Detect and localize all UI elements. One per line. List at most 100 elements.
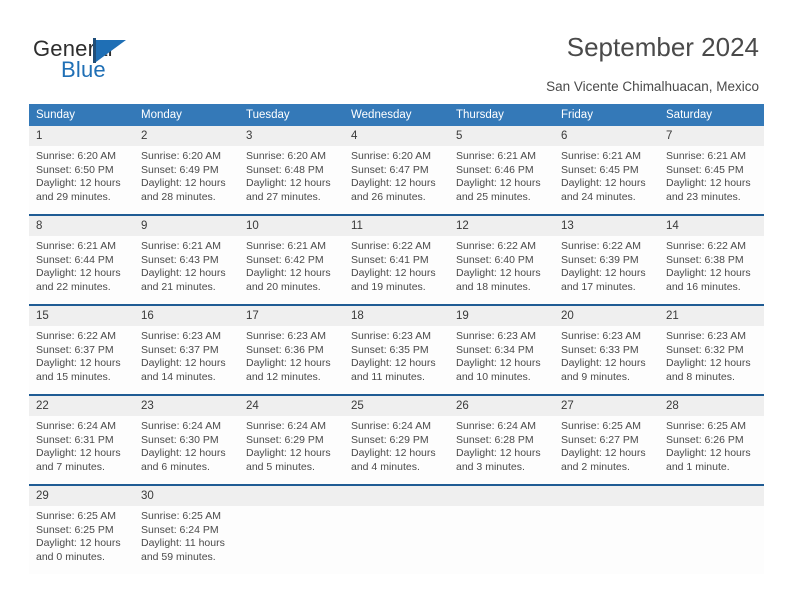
sunrise-text: Sunrise: 6:23 AM	[141, 330, 221, 342]
day-details: Sunrise: 6:20 AM Sunset: 6:48 PM Daylight:…	[239, 146, 344, 204]
daylight-text-line1: Daylight: 12 hours	[561, 177, 646, 190]
daylight-text-line2: and 59 minutes.	[141, 550, 216, 563]
daylight-text-line1: Daylight: 12 hours	[666, 177, 751, 190]
sunset-text: Sunset: 6:27 PM	[561, 433, 639, 446]
calendar-day-cell[interactable]: 4 Sunrise: 6:20 AM Sunset: 6:47 PM Daylight…	[344, 126, 449, 215]
calendar-empty-cell	[344, 484, 449, 574]
sunset-text: Sunset: 6:46 PM	[456, 163, 534, 176]
daylight-text-line2: and 21 minutes.	[141, 280, 216, 293]
daylight-text-line1: Daylight: 12 hours	[141, 267, 226, 280]
calendar-day-cell[interactable]: 3 Sunrise: 6:20 AM Sunset: 6:48 PM Daylight…	[239, 126, 344, 215]
sunrise-text: Sunrise: 6:22 AM	[351, 240, 431, 252]
calendar-day-cell[interactable]: 12 Sunrise: 6:22 AM Sunset: 6:40 PM Dayligh…	[449, 214, 554, 305]
calendar-day-cell[interactable]: 19 Sunrise: 6:23 AM Sunset: 6:34 PM Dayligh…	[449, 304, 554, 395]
daylight-text-line1: Daylight: 12 hours	[36, 357, 121, 370]
calendar-day-cell[interactable]: 1 Sunrise: 6:20 AM Sunset: 6:50 PM Daylight…	[29, 126, 134, 215]
day-details: Sunrise: 6:23 AM Sunset: 6:34 PM Daylight:…	[449, 326, 554, 384]
day-details: Sunrise: 6:20 AM Sunset: 6:49 PM Daylight:…	[134, 146, 239, 204]
sunset-text: Sunset: 6:24 PM	[141, 523, 219, 536]
calendar-day-cell[interactable]: 8 Sunrise: 6:21 AM Sunset: 6:44 PM Daylight…	[29, 214, 134, 305]
daylight-text-line1: Daylight: 12 hours	[666, 447, 751, 460]
calendar-day-cell[interactable]: 24 Sunrise: 6:24 AM Sunset: 6:29 PM Dayligh…	[239, 394, 344, 485]
sunrise-text: Sunrise: 6:22 AM	[456, 240, 536, 252]
calendar-day-cell[interactable]: 14 Sunrise: 6:22 AM Sunset: 6:38 PM Dayligh…	[659, 214, 764, 305]
sunset-text: Sunset: 6:43 PM	[141, 253, 219, 266]
sunrise-text: Sunrise: 6:25 AM	[141, 510, 221, 522]
calendar-day-cell[interactable]: 18 Sunrise: 6:23 AM Sunset: 6:35 PM Dayligh…	[344, 304, 449, 395]
sunrise-text: Sunrise: 6:22 AM	[666, 240, 746, 252]
daylight-text-line2: and 29 minutes.	[36, 190, 111, 203]
day-details: Sunrise: 6:21 AM Sunset: 6:43 PM Daylight:…	[134, 236, 239, 294]
daylight-text-line1: Daylight: 12 hours	[36, 447, 121, 460]
sunset-text: Sunset: 6:34 PM	[456, 343, 534, 356]
weekday-header-wednesday: Wednesday	[344, 104, 449, 126]
calendar-day-cell[interactable]: 9 Sunrise: 6:21 AM Sunset: 6:43 PM Daylight…	[134, 214, 239, 305]
daylight-text-line2: and 9 minutes.	[561, 370, 630, 383]
sunrise-text: Sunrise: 6:25 AM	[666, 420, 746, 432]
daylight-text-line2: and 22 minutes.	[36, 280, 111, 293]
day-details: Sunrise: 6:21 AM Sunset: 6:46 PM Daylight:…	[449, 146, 554, 204]
calendar-day-cell[interactable]: 21 Sunrise: 6:23 AM Sunset: 6:32 PM Dayligh…	[659, 304, 764, 395]
day-number: 16	[134, 306, 239, 326]
daylight-text-line2: and 4 minutes.	[351, 460, 420, 473]
sunset-text: Sunset: 6:33 PM	[561, 343, 639, 356]
sunrise-text: Sunrise: 6:21 AM	[246, 240, 326, 252]
sunrise-text: Sunrise: 6:24 AM	[141, 420, 221, 432]
calendar-day-cell[interactable]: 16 Sunrise: 6:23 AM Sunset: 6:37 PM Dayligh…	[134, 304, 239, 395]
page-title: September 2024	[566, 32, 759, 62]
sunrise-text: Sunrise: 6:25 AM	[561, 420, 641, 432]
calendar-day-cell[interactable]: 28 Sunrise: 6:25 AM Sunset: 6:26 PM Dayligh…	[659, 394, 764, 485]
calendar-day-cell[interactable]: 25 Sunrise: 6:24 AM Sunset: 6:29 PM Dayligh…	[344, 394, 449, 485]
day-number: 27	[554, 396, 659, 416]
sunset-text: Sunset: 6:30 PM	[141, 433, 219, 446]
calendar-day-cell[interactable]: 23 Sunrise: 6:24 AM Sunset: 6:30 PM Dayligh…	[134, 394, 239, 485]
day-number: 11	[344, 216, 449, 236]
sunrise-text: Sunrise: 6:20 AM	[246, 150, 326, 162]
day-details: Sunrise: 6:22 AM Sunset: 6:40 PM Daylight:…	[449, 236, 554, 294]
calendar-day-cell[interactable]: 22 Sunrise: 6:24 AM Sunset: 6:31 PM Dayligh…	[29, 394, 134, 485]
calendar-body: 1 Sunrise: 6:20 AM Sunset: 6:50 PM Daylight…	[29, 126, 764, 574]
daylight-text-line2: and 10 minutes.	[456, 370, 531, 383]
calendar-day-cell[interactable]: 15 Sunrise: 6:22 AM Sunset: 6:37 PM Dayligh…	[29, 304, 134, 395]
calendar-day-cell[interactable]: 2 Sunrise: 6:20 AM Sunset: 6:49 PM Daylight…	[134, 126, 239, 215]
day-number: 13	[554, 216, 659, 236]
calendar-day-cell[interactable]: 6 Sunrise: 6:21 AM Sunset: 6:45 PM Daylight…	[554, 126, 659, 215]
day-number	[659, 486, 764, 506]
daylight-text-line1: Daylight: 12 hours	[141, 447, 226, 460]
day-number: 25	[344, 396, 449, 416]
daylight-text-line2: and 14 minutes.	[141, 370, 216, 383]
calendar-day-cell[interactable]: 17 Sunrise: 6:23 AM Sunset: 6:36 PM Dayligh…	[239, 304, 344, 395]
day-number	[449, 486, 554, 506]
daylight-text-line1: Daylight: 12 hours	[351, 447, 436, 460]
day-details: Sunrise: 6:25 AM Sunset: 6:25 PM Daylight:…	[29, 506, 134, 564]
calendar-week-row: 15 Sunrise: 6:22 AM Sunset: 6:37 PM Dayligh…	[29, 304, 764, 395]
day-number: 30	[134, 486, 239, 506]
daylight-text-line1: Daylight: 12 hours	[141, 357, 226, 370]
calendar-empty-cell	[554, 484, 659, 574]
sunset-text: Sunset: 6:36 PM	[246, 343, 324, 356]
daylight-text-line1: Daylight: 12 hours	[36, 537, 121, 550]
calendar-day-cell[interactable]: 30 Sunrise: 6:25 AM Sunset: 6:24 PM Dayligh…	[134, 484, 239, 574]
day-number: 18	[344, 306, 449, 326]
calendar-day-cell[interactable]: 26 Sunrise: 6:24 AM Sunset: 6:28 PM Dayligh…	[449, 394, 554, 485]
day-details: Sunrise: 6:20 AM Sunset: 6:47 PM Daylight:…	[344, 146, 449, 204]
calendar-day-cell[interactable]: 29 Sunrise: 6:25 AM Sunset: 6:25 PM Dayligh…	[29, 484, 134, 574]
calendar-day-cell[interactable]: 20 Sunrise: 6:23 AM Sunset: 6:33 PM Dayligh…	[554, 304, 659, 395]
day-number: 17	[239, 306, 344, 326]
calendar-day-cell[interactable]: 11 Sunrise: 6:22 AM Sunset: 6:41 PM Dayligh…	[344, 214, 449, 305]
calendar-day-cell[interactable]: 10 Sunrise: 6:21 AM Sunset: 6:42 PM Dayligh…	[239, 214, 344, 305]
sunrise-text: Sunrise: 6:21 AM	[36, 240, 116, 252]
day-number: 6	[554, 126, 659, 146]
sunset-text: Sunset: 6:29 PM	[246, 433, 324, 446]
daylight-text-line1: Daylight: 12 hours	[666, 267, 751, 280]
calendar-day-cell[interactable]: 7 Sunrise: 6:21 AM Sunset: 6:45 PM Daylight…	[659, 126, 764, 215]
calendar-empty-cell	[659, 484, 764, 574]
calendar-day-cell[interactable]: 27 Sunrise: 6:25 AM Sunset: 6:27 PM Dayligh…	[554, 394, 659, 485]
calendar-day-cell[interactable]: 13 Sunrise: 6:22 AM Sunset: 6:39 PM Dayligh…	[554, 214, 659, 305]
day-number	[344, 486, 449, 506]
calendar-week-row: 29 Sunrise: 6:25 AM Sunset: 6:25 PM Dayligh…	[29, 484, 764, 574]
sunrise-text: Sunrise: 6:23 AM	[246, 330, 326, 342]
brand-logo[interactable]: General Blue	[33, 36, 243, 84]
daylight-text-line2: and 0 minutes.	[36, 550, 105, 563]
calendar-day-cell[interactable]: 5 Sunrise: 6:21 AM Sunset: 6:46 PM Daylight…	[449, 126, 554, 215]
